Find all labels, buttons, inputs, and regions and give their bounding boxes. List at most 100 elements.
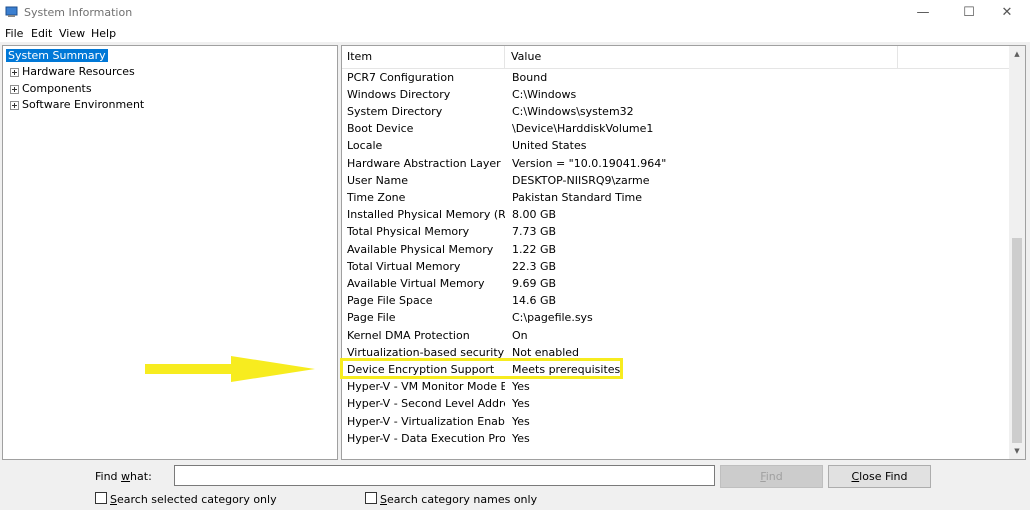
row-value-cell: United States [512, 139, 587, 153]
row-value-cell: 8.00 GB [512, 208, 557, 222]
row-item-cell: Available Physical Memory [347, 242, 494, 256]
column-header-item[interactable]: Item [342, 46, 505, 68]
table-row[interactable]: Kernel DMA Protection On [342, 327, 1010, 344]
tree-item-software-environment[interactable]: Software Environment [10, 97, 144, 113]
row-item-cell: Page File Space [347, 294, 433, 308]
row-value-cell: 1.22 GB [512, 242, 557, 256]
table-row[interactable]: Hyper-V - VM Monitor Mode E... Yes [342, 378, 1010, 395]
row-item-cell: PCR7 Configuration [347, 70, 455, 84]
menu-bar: File Edit View Help [0, 26, 1030, 42]
title-bar: System Information — ☐ ✕ [0, 0, 1030, 26]
menu-help[interactable]: Help [91, 27, 116, 40]
row-item-cell: Locale [347, 139, 383, 153]
table-row[interactable]: Hyper-V - Data Execution Prote... Yes [342, 430, 1010, 447]
table-row[interactable]: Total Virtual Memory 22.3 GB [342, 258, 1010, 275]
row-value-cell: C:\Windows\system32 [512, 104, 634, 118]
row-value-cell: \Device\HarddiskVolume1 [512, 122, 654, 136]
list-header: Item Value [342, 46, 1012, 69]
tree-item-label: Hardware Resources [22, 65, 135, 78]
table-row[interactable]: Hyper-V - Virtualization Enable... Yes [342, 413, 1010, 430]
table-row[interactable]: Boot Device \Device\HarddiskVolume1 [342, 120, 1010, 137]
row-value-cell: C:\pagefile.sys [512, 311, 593, 325]
row-item-cell: Hyper-V - Data Execution Prote... [347, 431, 505, 445]
tree-item-hardware-resources[interactable]: Hardware Resources [10, 64, 135, 80]
table-row[interactable]: Available Virtual Memory 9.69 GB [342, 275, 1010, 292]
find-what-input[interactable] [174, 465, 715, 486]
row-item-cell: Hyper-V - Virtualization Enable... [347, 414, 505, 428]
vertical-scrollbar[interactable]: ▲ ▼ [1009, 46, 1025, 459]
row-value-cell: Version = "10.0.19041.964" [512, 156, 667, 170]
find-button[interactable]: Find [720, 465, 823, 488]
row-item-cell: Total Virtual Memory [347, 259, 461, 273]
row-item-cell: Installed Physical Memory (RAM) [347, 208, 505, 222]
yellow-arrow-annotation-icon [145, 356, 315, 382]
table-row[interactable]: User Name DESKTOP-NIISRQ9\zarme [342, 172, 1010, 189]
table-row[interactable]: Time Zone Pakistan Standard Time [342, 189, 1010, 206]
expand-icon[interactable] [10, 100, 19, 110]
checkbox-box[interactable] [365, 492, 377, 504]
menu-file[interactable]: File [5, 27, 23, 40]
close-find-button[interactable]: Close Find [828, 465, 931, 488]
tree-item-label: System Summary [6, 49, 108, 62]
scroll-thumb[interactable] [1012, 238, 1022, 443]
expand-icon[interactable] [10, 84, 19, 94]
table-row[interactable]: Available Physical Memory 1.22 GB [342, 241, 1010, 258]
scroll-up-arrow-icon[interactable]: ▲ [1009, 46, 1025, 62]
tree-item-label: Components [22, 82, 92, 95]
row-item-cell: User Name [347, 173, 409, 187]
minimize-button[interactable]: — [900, 0, 946, 26]
tree-item-system-summary[interactable]: System Summary [6, 48, 108, 64]
window-title: System Information [24, 6, 133, 19]
row-value-cell: 9.69 GB [512, 276, 557, 290]
tree-item-label: Software Environment [22, 98, 145, 111]
details-list[interactable]: Item Value PCR7 Configuration Bound Window… [341, 45, 1026, 460]
row-value-cell: Yes [512, 397, 530, 411]
row-value-cell: DESKTOP-NIISRQ9\zarme [512, 173, 650, 187]
row-value-cell: Pakistan Standard Time [512, 190, 643, 204]
table-row[interactable]: System Directory C:\Windows\system32 [342, 103, 1010, 120]
find-what-label: Find what: [95, 470, 152, 483]
checkbox-box[interactable] [95, 492, 107, 504]
row-item-cell: Page File [347, 311, 396, 325]
table-row[interactable]: Windows Directory C:\Windows [342, 86, 1010, 103]
row-value-cell: 7.73 GB [512, 225, 557, 239]
category-tree[interactable]: System Summary Hardware Resources Compon… [2, 45, 338, 460]
row-item-cell: Hardware Abstraction Layer [347, 156, 501, 170]
menu-edit[interactable]: Edit [31, 27, 52, 40]
close-window-button[interactable]: ✕ [984, 0, 1030, 26]
table-row[interactable]: Hardware Abstraction Layer Version = "10.… [342, 155, 1010, 172]
search-selected-category-checkbox[interactable]: Search selected category only [95, 492, 277, 506]
system-information-app-icon [5, 6, 18, 17]
row-item-cell: Time Zone [347, 190, 406, 204]
table-row[interactable]: Total Physical Memory 7.73 GB [342, 223, 1010, 240]
table-row[interactable]: Page File Space 14.6 GB [342, 292, 1010, 309]
table-row[interactable]: Locale United States [342, 137, 1010, 154]
table-row[interactable]: Page File C:\pagefile.sys [342, 309, 1010, 326]
tree-item-components[interactable]: Components [10, 81, 92, 97]
row-item-cell: Kernel DMA Protection [347, 328, 470, 342]
search-category-names-checkbox[interactable]: Search category names only [365, 492, 537, 506]
row-value-cell: 14.6 GB [512, 294, 557, 308]
row-value-cell: Yes [512, 380, 530, 394]
scroll-down-arrow-icon[interactable]: ▼ [1009, 443, 1025, 459]
expand-icon[interactable] [10, 67, 19, 77]
table-row[interactable]: Hyper-V - Second Level Addres... Yes [342, 395, 1010, 412]
row-value-cell: C:\Windows [512, 87, 577, 101]
table-row[interactable]: Installed Physical Memory (RAM) 8.00 GB [342, 206, 1010, 223]
row-value-cell: On [512, 328, 528, 342]
column-header-value[interactable]: Value [506, 46, 898, 68]
row-item-cell: System Directory [347, 104, 443, 118]
highlight-annotation-box [340, 358, 623, 379]
menu-view[interactable]: View [59, 27, 85, 40]
row-value-cell: Yes [512, 431, 530, 445]
row-value-cell: Bound [512, 70, 548, 84]
row-item-cell: Available Virtual Memory [347, 276, 485, 290]
row-item-cell: Boot Device [347, 122, 414, 136]
row-value-cell: 22.3 GB [512, 259, 557, 273]
row-item-cell: Hyper-V - VM Monitor Mode E... [347, 380, 505, 394]
row-item-cell: Total Physical Memory [347, 225, 470, 239]
table-row[interactable]: PCR7 Configuration Bound [342, 69, 1010, 86]
row-item-cell: Hyper-V - Second Level Addres... [347, 397, 505, 411]
row-item-cell: Windows Directory [347, 87, 451, 101]
row-value-cell: Yes [512, 414, 530, 428]
